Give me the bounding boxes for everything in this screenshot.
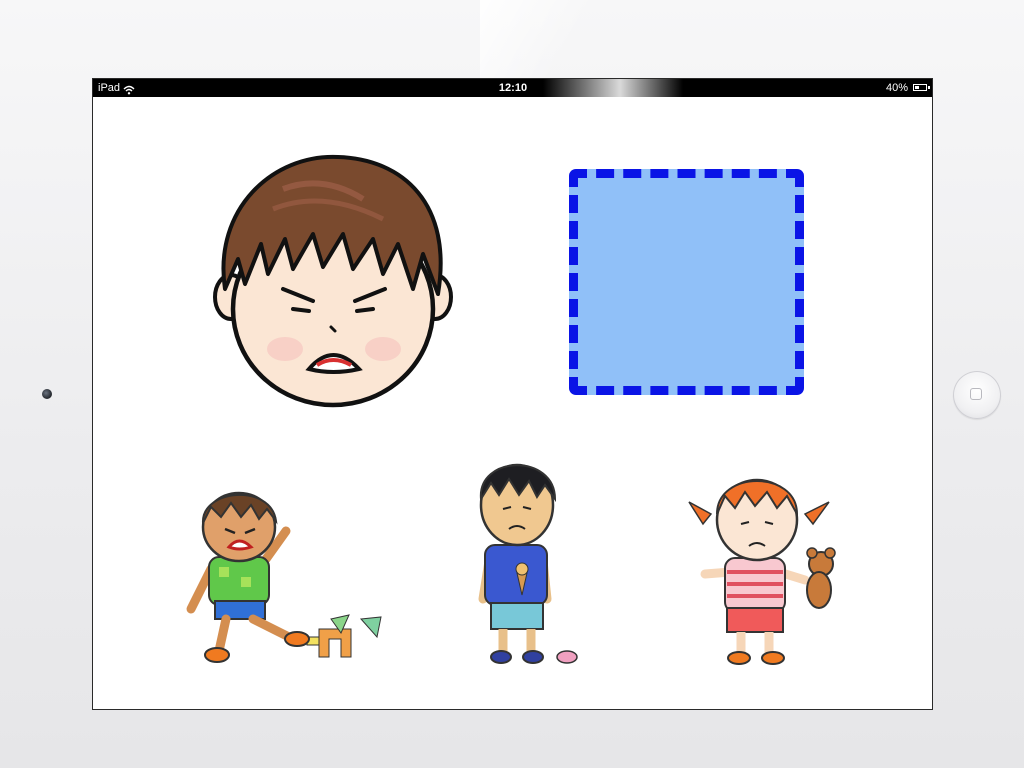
ipad-frame: iPad 12:10 40% <box>0 0 1024 768</box>
wifi-icon <box>123 83 135 101</box>
choice-sad-girl-holding-teddy-bear[interactable] <box>683 454 853 674</box>
choice-sad-boy-dropped-ice-cream[interactable] <box>463 449 593 669</box>
carrier-label: iPad <box>98 82 121 94</box>
battery-percentage: 40% <box>885 82 908 94</box>
app-screen: iPad 12:10 40% <box>93 79 932 709</box>
answer-drop-target[interactable] <box>569 169 804 395</box>
device-glare <box>480 0 600 80</box>
status-bar: iPad 12:10 40% <box>93 79 932 97</box>
status-time: 12:10 <box>498 82 528 94</box>
home-button[interactable] <box>953 371 1001 419</box>
home-button-icon <box>970 388 982 400</box>
battery-nub <box>928 86 930 89</box>
battery-icon <box>913 84 927 91</box>
battery-level-fill <box>915 86 919 89</box>
front-camera <box>42 389 52 399</box>
choice-angry-boy-kicking-blocks[interactable] <box>181 469 391 669</box>
status-bar-glare <box>543 79 683 97</box>
angry-boy-face <box>213 149 453 419</box>
